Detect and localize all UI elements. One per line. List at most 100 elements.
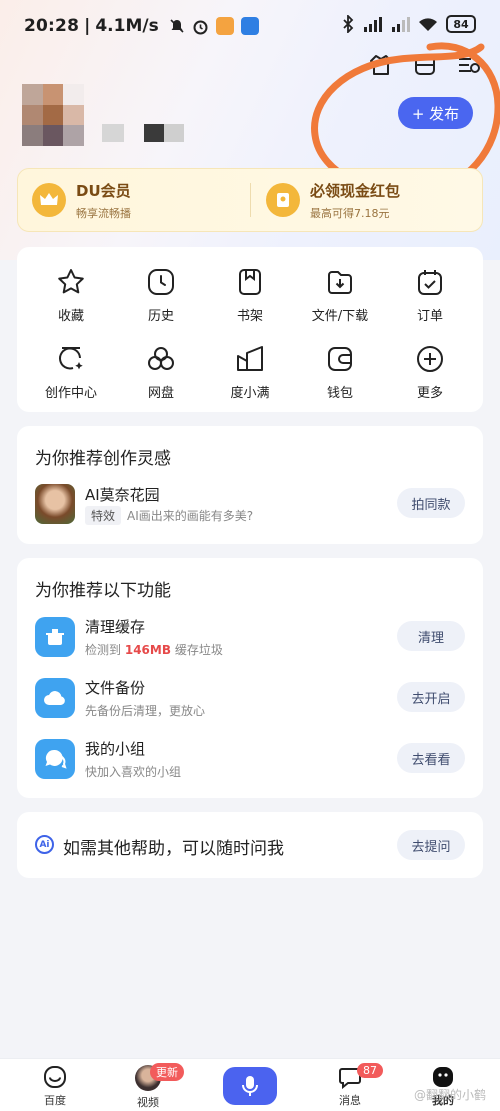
grid-item-label: 收藏 [57, 309, 84, 324]
shoot-same-button[interactable]: 拍同款 [397, 488, 465, 518]
du-member-entry[interactable]: DU会员 畅享流畅播 [32, 169, 131, 231]
member-title: DU会员 [76, 181, 131, 200]
update-badge: 更新 [150, 1063, 184, 1081]
function-grid: 收藏 历史 书架 文件/下载 订单 创作中心 网盘 度小满 钱包 更多 [17, 247, 483, 412]
wifi-icon [419, 18, 437, 31]
reward-title: 必领现金红包 [310, 181, 401, 200]
grid-item-orders[interactable]: 订单 [385, 267, 475, 324]
cloud-backup-icon [35, 678, 75, 718]
inspiration-title[interactable]: AI莫奈花园 [85, 484, 160, 505]
mute-icon [170, 19, 184, 33]
reward-subtitle: 最高可得7.18元 [310, 206, 390, 220]
status-separator: | [84, 16, 91, 36]
vip-card: DU会员 畅享流畅播 必领现金红包 最高可得7.18元 [17, 168, 483, 232]
inspiration-tag: 特效 [85, 506, 122, 525]
wallet-icon [328, 347, 352, 371]
section-title: 为你推荐以下功能 [35, 581, 171, 601]
cash-reward-entry[interactable]: 必领现金红包 最高可得7.18元 [266, 169, 400, 231]
voice-search-button[interactable] [223, 1067, 277, 1105]
ai-icon: Ai [35, 835, 54, 854]
red-packet-icon [266, 183, 300, 217]
inspiration-desc: AI画出来的画能有多美? [127, 509, 254, 523]
grid-item-label: 钱包 [326, 386, 353, 401]
duxiaoman-icon [237, 346, 263, 371]
creation-icon [59, 347, 83, 370]
status-icons-left [169, 17, 259, 35]
help-text: 如需其他帮助，可以随时问我 [63, 839, 284, 859]
username[interactable] [102, 124, 184, 142]
grid-item-label: 历史 [147, 309, 174, 324]
grid-item-more[interactable]: 更多 [385, 344, 475, 401]
avatar[interactable] [22, 84, 84, 146]
app-notification-icon [215, 17, 234, 35]
bookshelf-icon [239, 269, 261, 295]
list-item-clean-cache[interactable]: 清理缓存 检测到 146MB 缓存垃圾 清理 [35, 614, 465, 664]
inspiration-thumbnail[interactable] [35, 484, 75, 524]
grid-item-label: 度小满 [230, 386, 270, 401]
mic-icon [242, 1076, 258, 1096]
list-item-title: 我的小组 [85, 740, 146, 758]
cloud-drive-icon [148, 347, 174, 370]
list-item-title: 文件备份 [85, 679, 146, 697]
grid-item-creation-center[interactable]: 创作中心 [26, 344, 116, 401]
list-item-file-backup[interactable]: 文件备份 先备份后清理，更放心 去开启 [35, 675, 465, 725]
bottom-tab-bar: 百度 视频 更新 消息 87 我的 @翻翻的小鹤 [0, 1058, 500, 1111]
header-icons [368, 52, 482, 78]
shirt-icon[interactable] [368, 52, 394, 78]
enable-button[interactable]: 去开启 [397, 682, 465, 712]
grid-item-label: 创作中心 [44, 386, 97, 401]
bluetooth-icon [343, 15, 354, 33]
download-icon [328, 271, 352, 294]
hd-signal-icon [392, 17, 410, 32]
star-icon [58, 269, 84, 294]
status-time: 20:28 [24, 16, 80, 36]
list-item-subtitle: 检测到 146MB 缓存垃圾 [85, 641, 223, 658]
inspiration-card: 为你推荐创作灵感 AI莫奈花园 特效 AI画出来的画能有多美? 拍同款 [17, 426, 483, 544]
ask-button[interactable]: 去提问 [397, 830, 465, 860]
list-item-my-group[interactable]: 我的小组 快加入喜欢的小组 去看看 [35, 736, 465, 786]
grid-item-label: 书架 [236, 309, 263, 324]
grid-item-duxiaoman[interactable]: 度小满 [205, 344, 295, 401]
tab-label: 视频 [137, 1096, 159, 1109]
list-item-title: 清理缓存 [85, 618, 146, 636]
cache-suffix: 缓存垃圾 [174, 643, 223, 657]
watermark: @翻翻的小鹤 [413, 1088, 486, 1102]
baidu-home-icon [44, 1066, 66, 1088]
app-notification-icon [240, 17, 259, 35]
status-icons-right: 84 [342, 15, 476, 33]
list-item-subtitle: 先备份后清理，更放心 [85, 704, 206, 718]
grid-item-bookshelf[interactable]: 书架 [205, 267, 295, 324]
grid-item-cloud-drive[interactable]: 网盘 [116, 344, 206, 401]
grid-item-label: 订单 [416, 309, 443, 324]
grid-item-label: 网盘 [147, 386, 174, 401]
tab-label: 消息 [339, 1094, 361, 1107]
settings-icon[interactable] [456, 52, 482, 78]
grid-item-downloads[interactable]: 文件/下载 [295, 267, 385, 324]
scan-icon[interactable] [412, 52, 438, 78]
order-icon [418, 270, 442, 295]
tab-baidu[interactable]: 百度 [25, 1065, 85, 1108]
plus-circle-icon [417, 346, 443, 372]
cache-prefix: 检测到 [85, 643, 122, 657]
battery-icon: 84 [446, 15, 476, 33]
grid-item-history[interactable]: 历史 [116, 267, 206, 324]
tab-label: 百度 [44, 1094, 66, 1107]
recommend-card: 为你推荐以下功能 清理缓存 检测到 146MB 缓存垃圾 清理 文件备份 先备份… [17, 558, 483, 798]
grid-item-wallet[interactable]: 钱包 [295, 344, 385, 401]
network-speed: 4.1M/s [95, 16, 159, 36]
help-card: Ai 如需其他帮助，可以随时问我 去提问 [17, 812, 483, 878]
publish-button[interactable]: + 发布 [398, 97, 473, 129]
grid-item-label: 文件/下载 [311, 309, 369, 324]
member-subtitle: 畅享流畅播 [76, 206, 131, 220]
view-button[interactable]: 去看看 [397, 743, 465, 773]
cache-size: 146MB [124, 643, 171, 657]
group-chat-icon [35, 739, 75, 779]
grid-item-label: 更多 [416, 386, 443, 401]
clean-button[interactable]: 清理 [397, 621, 465, 651]
message-count-badge: 87 [357, 1063, 383, 1078]
hd-signal-icon [364, 17, 382, 32]
grid-item-favorites[interactable]: 收藏 [26, 267, 116, 324]
clock-icon [148, 269, 174, 295]
clean-icon [35, 617, 75, 657]
list-item-subtitle: 快加入喜欢的小组 [85, 765, 182, 779]
